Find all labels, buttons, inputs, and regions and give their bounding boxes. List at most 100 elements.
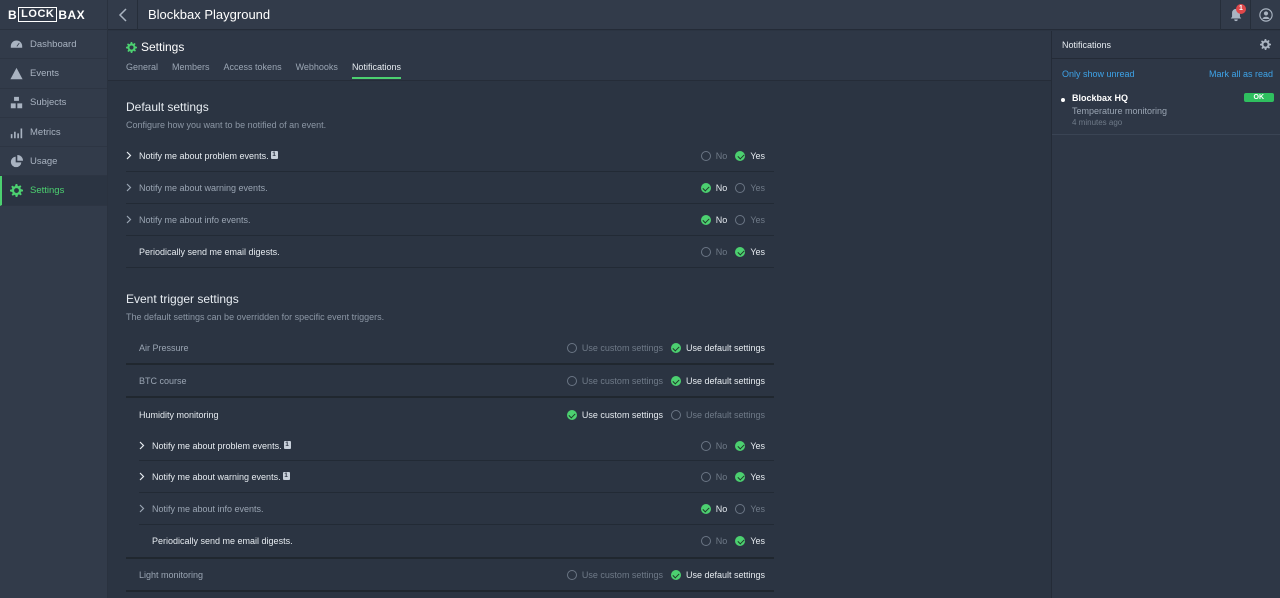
radio-yes[interactable]: Yes [735, 183, 765, 193]
radio-checked-icon [671, 570, 681, 580]
radio-off-icon [567, 343, 577, 353]
tab-notifications[interactable]: Notifications [352, 62, 401, 79]
mark-all-read-link[interactable]: Mark all as read [1209, 69, 1273, 79]
radio-no[interactable]: No [701, 183, 728, 193]
trigger-row-light: Light monitoring Use custom settings Use… [126, 559, 774, 592]
radio-custom[interactable]: Use custom settings [567, 343, 663, 353]
radio-default[interactable]: Use default settings [671, 343, 765, 353]
radio-yes[interactable]: Yes [735, 151, 765, 161]
tab-webhooks[interactable]: Webhooks [296, 62, 338, 79]
notification-filters: Only show unread Mark all as read [1052, 59, 1280, 89]
radio-yes[interactable]: Yes [735, 504, 765, 514]
trigger-name: Light monitoring [139, 570, 203, 580]
back-button[interactable] [108, 0, 138, 30]
trigger-row-air-pressure: Air Pressure Use custom settings Use def… [126, 332, 774, 365]
topbar: Blockbax Playground 1 [108, 0, 1280, 30]
section-title: Event trigger settings [126, 292, 774, 306]
radio-default[interactable]: Use default settings [671, 570, 765, 580]
radio-group: Use custom settings Use default settings [559, 376, 765, 386]
tab-general[interactable]: General [126, 62, 158, 79]
pie-chart-icon [10, 155, 23, 168]
chevron-right-icon[interactable] [139, 472, 152, 481]
radio-checked-icon [701, 504, 711, 514]
humidity-custom-settings: Notify me about problem events.1 No Yes … [126, 431, 774, 559]
sidebar-item-label: Events [30, 68, 59, 79]
radio-yes[interactable]: Yes [735, 441, 765, 451]
radio-no[interactable]: No [701, 472, 728, 482]
radio-group: No Yes [693, 536, 765, 546]
setting-label: Notify me about info events. [152, 504, 264, 514]
radio-checked-icon [735, 536, 745, 546]
tab-members[interactable]: Members [172, 62, 210, 79]
logo[interactable]: BLOCKBAX [0, 0, 107, 30]
chevron-right-icon[interactable] [126, 183, 139, 192]
radio-no[interactable]: No [701, 441, 728, 451]
trigger-name: BTC course [139, 376, 187, 386]
sidebar-item-metrics[interactable]: Metrics [0, 118, 107, 147]
radio-no[interactable]: No [701, 151, 728, 161]
logo-text-box: LOCK [18, 7, 57, 22]
sidebar: BLOCKBAX Dashboard Events Subjects Metri… [0, 0, 108, 598]
radio-yes[interactable]: Yes [735, 472, 765, 482]
notification-item[interactable]: Blockbax HQ Temperature monitoring 4 min… [1052, 89, 1280, 135]
trigger-row-btc-course: BTC course Use custom settings Use defau… [126, 365, 774, 398]
sidebar-item-events[interactable]: Events [0, 59, 107, 88]
setting-row-warning: Notify me about warning events.1 No Yes [139, 461, 774, 493]
radio-no[interactable]: No [701, 504, 728, 514]
radio-default[interactable]: Use default settings [671, 376, 765, 386]
chevron-right-icon[interactable] [139, 441, 152, 450]
chevron-right-icon[interactable] [126, 215, 139, 224]
radio-custom[interactable]: Use custom settings [567, 570, 663, 580]
chevron-right-icon[interactable] [126, 151, 139, 160]
radio-off-icon [735, 504, 745, 514]
radio-checked-icon [735, 247, 745, 257]
sidebar-item-label: Settings [30, 185, 64, 196]
radio-off-icon [701, 151, 711, 161]
radio-off-icon [735, 215, 745, 225]
radio-default[interactable]: Use default settings [671, 410, 765, 420]
sidebar-item-settings[interactable]: Settings [0, 176, 107, 205]
only-show-unread-link[interactable]: Only show unread [1062, 69, 1135, 79]
radio-custom[interactable]: Use custom settings [567, 376, 663, 386]
sidebar-item-dashboard[interactable]: Dashboard [0, 30, 107, 59]
radio-off-icon [701, 247, 711, 257]
setting-label: Notify me about problem events.1 [139, 151, 278, 161]
tab-access-tokens[interactable]: Access tokens [224, 62, 282, 79]
gear-icon [10, 184, 23, 197]
trigger-name: Air Pressure [139, 343, 189, 353]
radio-checked-icon [701, 215, 711, 225]
radio-no[interactable]: No [701, 536, 728, 546]
trigger-name: Humidity monitoring [139, 410, 219, 420]
settings-header: Settings General Members Access tokens W… [108, 31, 1051, 81]
notifications-button[interactable]: 1 [1220, 0, 1250, 30]
radio-no[interactable]: No [701, 247, 728, 257]
radio-yes[interactable]: Yes [735, 215, 765, 225]
setting-label: Notify me about problem events.1 [152, 441, 291, 451]
radio-group: No Yes [693, 183, 765, 193]
warning-icon [10, 67, 23, 80]
notifications-title: Notifications [1062, 40, 1111, 50]
setting-row-digest: Periodically send me email digests. No Y… [139, 525, 774, 557]
radio-checked-icon [701, 183, 711, 193]
sidebar-item-subjects[interactable]: Subjects [0, 89, 107, 118]
metrics-icon [10, 126, 23, 139]
sidebar-item-label: Usage [30, 156, 57, 167]
gear-icon[interactable] [1260, 39, 1271, 50]
radio-yes[interactable]: Yes [735, 536, 765, 546]
trigger-settings-section: Event trigger settings The default setti… [108, 292, 774, 592]
notification-subtitle: Temperature monitoring [1072, 106, 1280, 116]
info-badge: 1 [271, 151, 278, 159]
account-button[interactable] [1250, 0, 1280, 30]
chevron-right-icon[interactable] [139, 504, 152, 513]
section-description: The default settings can be overridden f… [126, 312, 774, 322]
radio-custom[interactable]: Use custom settings [567, 410, 663, 420]
subjects-icon [10, 96, 23, 109]
radio-yes[interactable]: Yes [735, 247, 765, 257]
radio-checked-icon [671, 343, 681, 353]
section-title: Default settings [126, 100, 774, 114]
setting-label: Periodically send me email digests. [152, 536, 293, 546]
radio-off-icon [567, 570, 577, 580]
radio-no[interactable]: No [701, 215, 728, 225]
radio-group: No Yes [693, 504, 765, 514]
sidebar-item-usage[interactable]: Usage [0, 147, 107, 176]
